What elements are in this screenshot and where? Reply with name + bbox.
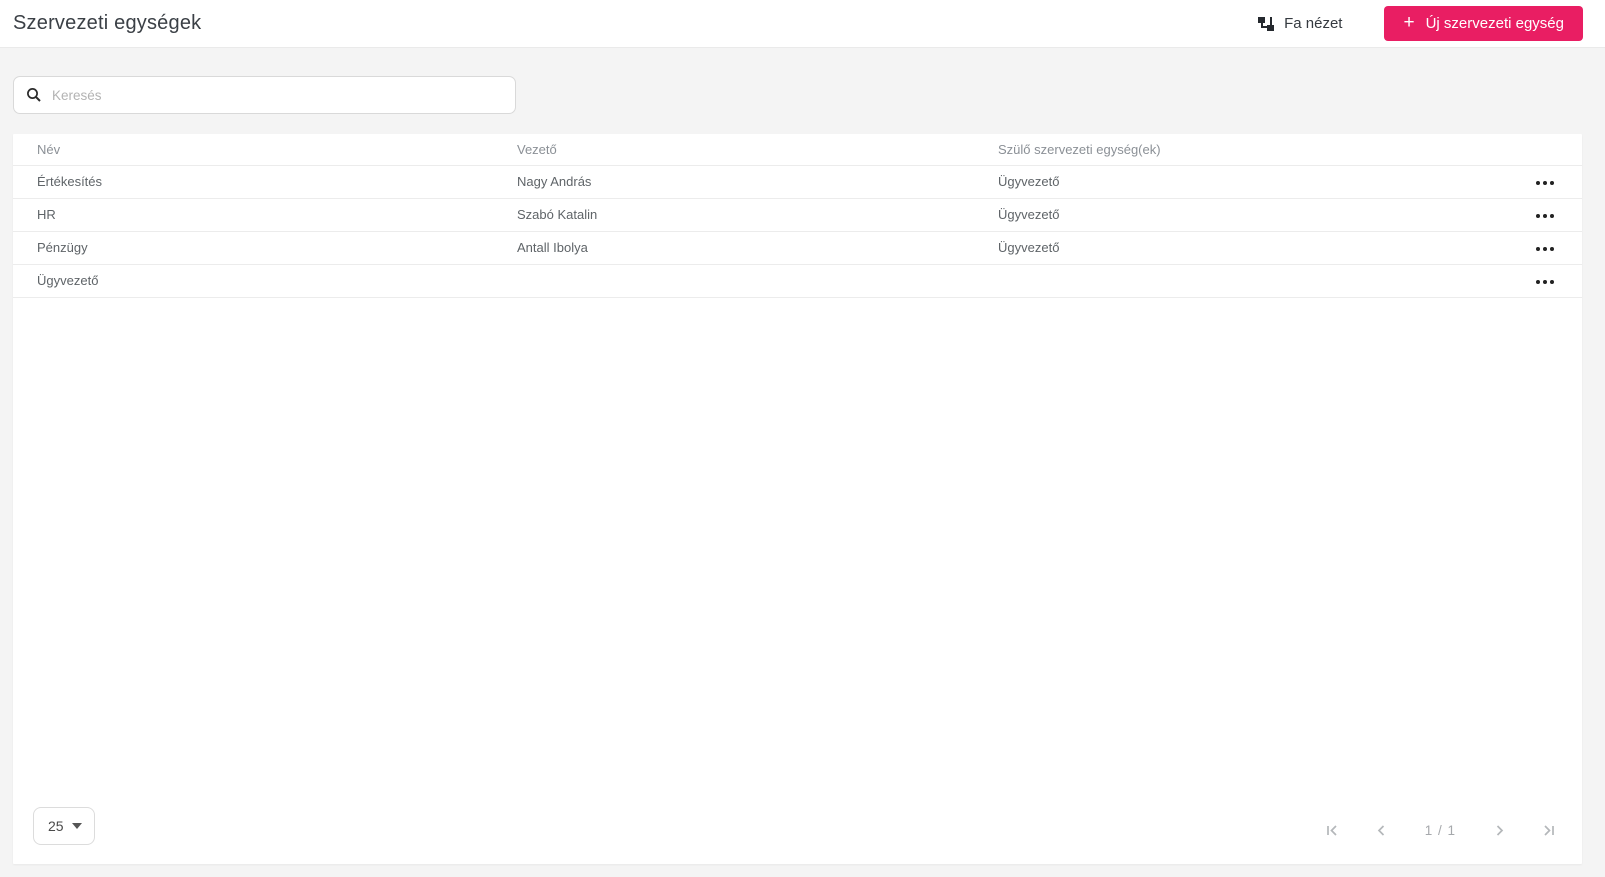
tree-view-icon <box>1257 15 1275 33</box>
search-box[interactable] <box>13 76 516 114</box>
page-indicator: 1 / 1 <box>1425 823 1456 838</box>
org-units-card: Név Vezető Szülő szervezeti egység(ek) É… <box>13 134 1582 864</box>
new-org-unit-button[interactable]: + Új szervezeti egység <box>1384 6 1583 41</box>
tree-view-label: Fa nézet <box>1284 15 1342 32</box>
top-bar: Szervezeti egységek Fa nézet + Új szerve… <box>0 0 1605 48</box>
cell-name: HR <box>13 198 493 231</box>
prev-page-button[interactable] <box>1372 821 1391 840</box>
page-size-select[interactable]: 25 <box>33 807 95 845</box>
column-header-parent: Szülő szervezeti egység(ek) <box>974 134 1498 165</box>
cell-parent: Ügyvezető <box>974 165 1498 198</box>
search-icon <box>26 87 42 103</box>
pagination: 1 / 1 <box>1323 821 1558 840</box>
plus-icon: + <box>1403 13 1414 32</box>
row-more-menu-icon[interactable] <box>1534 177 1556 189</box>
new-org-unit-label: Új szervezeti egység <box>1426 15 1564 32</box>
tree-view-button[interactable]: Fa nézet <box>1257 15 1342 33</box>
chevron-left-icon <box>1374 823 1389 838</box>
search-input[interactable] <box>52 88 503 103</box>
first-page-button[interactable] <box>1323 821 1342 840</box>
cell-name: Értékesítés <box>13 165 493 198</box>
row-more-menu-icon[interactable] <box>1534 276 1556 288</box>
page-size-value: 25 <box>48 818 64 834</box>
column-header-actions <box>1498 134 1582 165</box>
table-row[interactable]: Pénzügy Antall Ibolya Ügyvezető <box>13 231 1582 264</box>
page-title: Szervezeti egységek <box>13 12 201 35</box>
cell-parent: Ügyvezető <box>974 198 1498 231</box>
row-more-menu-icon[interactable] <box>1534 243 1556 255</box>
first-page-icon <box>1325 823 1340 838</box>
org-units-table: Név Vezető Szülő szervezeti egység(ek) É… <box>13 134 1582 298</box>
table-header-row: Név Vezető Szülő szervezeti egység(ek) <box>13 134 1582 165</box>
caret-down-icon <box>72 823 82 829</box>
cell-leader <box>493 264 974 297</box>
cell-name: Ügyvezető <box>13 264 493 297</box>
cell-parent: Ügyvezető <box>974 231 1498 264</box>
column-header-name: Név <box>13 134 493 165</box>
cell-leader: Szabó Katalin <box>493 198 974 231</box>
chevron-right-icon <box>1492 823 1507 838</box>
cell-leader: Nagy András <box>493 165 974 198</box>
cell-parent <box>974 264 1498 297</box>
last-page-button[interactable] <box>1539 821 1558 840</box>
next-page-button[interactable] <box>1490 821 1509 840</box>
column-header-leader: Vezető <box>493 134 974 165</box>
table-row[interactable]: Értékesítés Nagy András Ügyvezető <box>13 165 1582 198</box>
cell-name: Pénzügy <box>13 231 493 264</box>
table-row[interactable]: HR Szabó Katalin Ügyvezető <box>13 198 1582 231</box>
last-page-icon <box>1541 823 1556 838</box>
table-row[interactable]: Ügyvezető <box>13 264 1582 297</box>
cell-leader: Antall Ibolya <box>493 231 974 264</box>
row-more-menu-icon[interactable] <box>1534 210 1556 222</box>
